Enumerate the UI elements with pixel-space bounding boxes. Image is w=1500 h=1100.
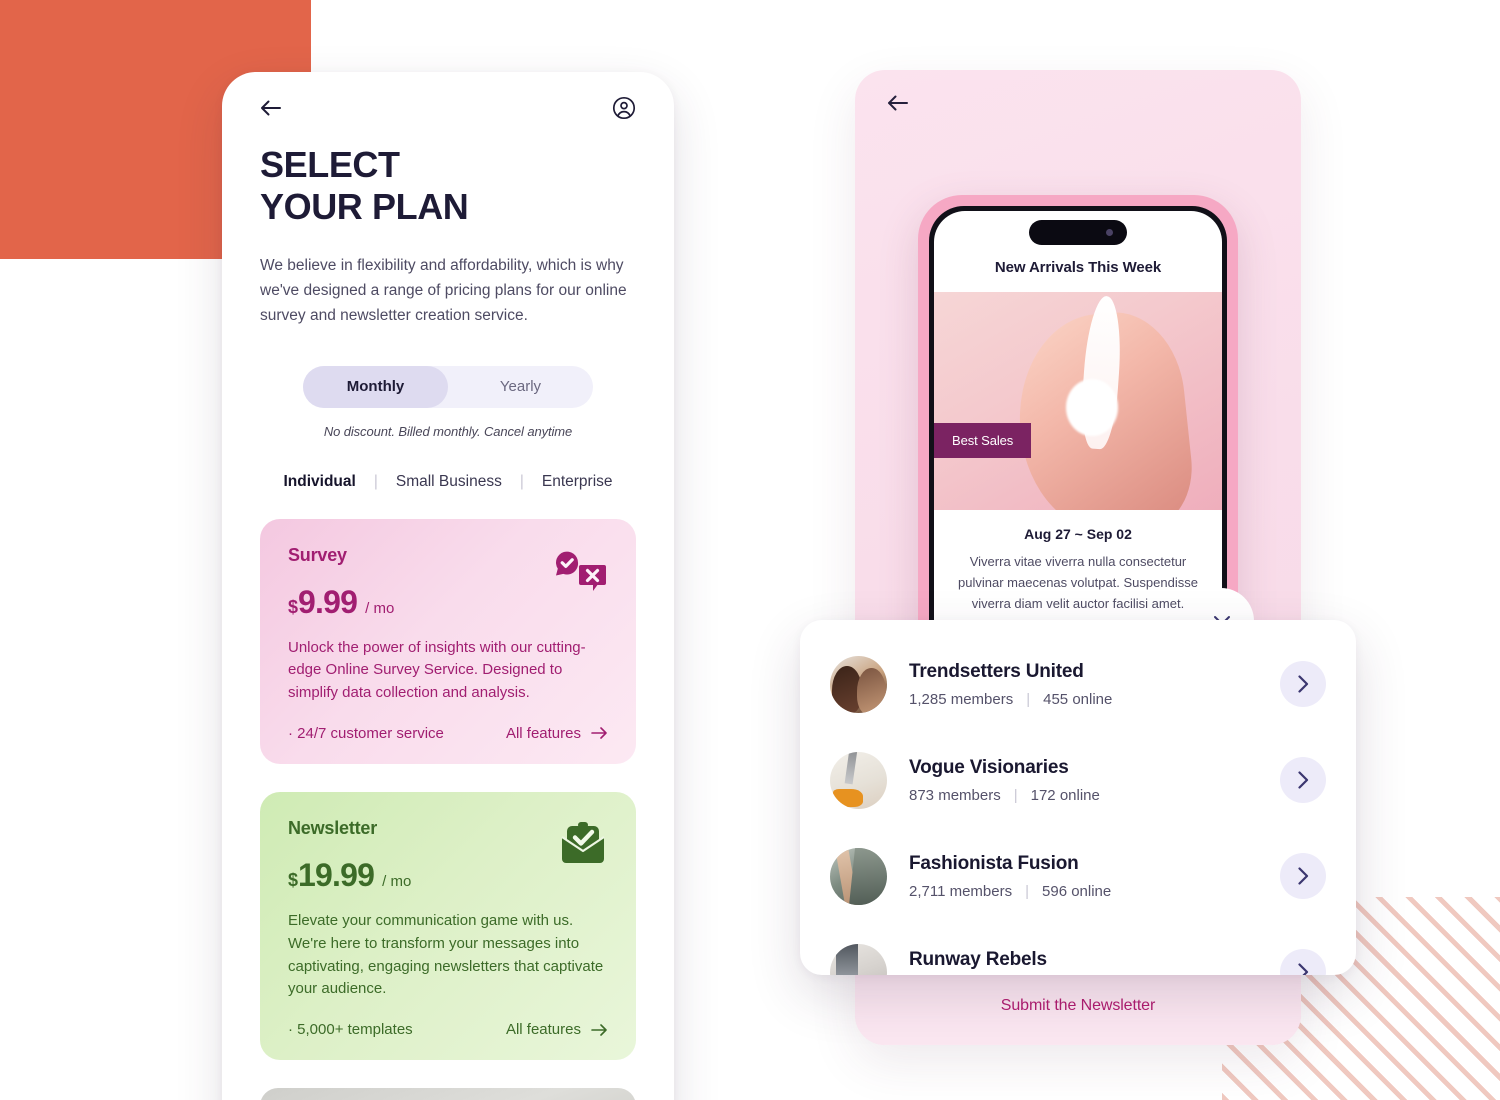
online-count: 455 online [1043, 690, 1113, 708]
user-circle-icon[interactable] [610, 94, 638, 122]
avatar [830, 943, 887, 975]
price-period: / mo [365, 599, 395, 617]
chevron-right-icon[interactable] [1280, 757, 1326, 803]
submit-newsletter-label: Submit the Newsletter [1000, 997, 1156, 1014]
list-item[interactable]: Trendsetters United 1,285 members | 455 … [830, 636, 1326, 732]
plan-description: Unlock the power of insights with our cu… [288, 638, 586, 702]
dynamic-island [1029, 220, 1127, 245]
community-name: Vogue Visionaries [909, 756, 1069, 778]
date-range: Aug 27 ~ Sep 02 [1024, 526, 1132, 542]
avatar [830, 655, 887, 713]
price-amount: 9.99 [298, 583, 358, 620]
arrow-right-icon [591, 1023, 607, 1036]
tier-separator-1: | [373, 472, 378, 490]
community-name: Fashionista Fusion [909, 852, 1079, 874]
tier-tab-individual[interactable]: Individual [281, 473, 357, 491]
envelope-check-icon [558, 818, 608, 873]
community-meta: 2,711 members | 596 online [909, 883, 1280, 900]
members-count: 1,285 members [909, 690, 1014, 708]
online-count: 172 online [1030, 786, 1100, 804]
back-arrow-icon[interactable] [885, 92, 911, 114]
community-meta: 1,285 members | 455 online [909, 691, 1280, 708]
community-meta: 873 members | 172 online [909, 787, 1280, 804]
page-title-line1: SELECT [260, 144, 400, 185]
billing-note: No discount. Billed monthly. Cancel anyt… [323, 423, 573, 439]
product-photo: Best Sales [934, 292, 1222, 510]
online-count: 596 online [1042, 882, 1112, 900]
all-features-label: All features [505, 724, 581, 742]
tier-tab-small-business[interactable]: Small Business [394, 473, 504, 491]
price-currency: $ [288, 869, 299, 890]
list-item[interactable]: Vogue Visionaries 873 members | 172 onli… [830, 732, 1326, 828]
page-title-line2: YOUR PLAN [260, 186, 469, 228]
plan-card-survey[interactable]: Survey $ 9.99 / mo Unlock the power of i… [260, 518, 636, 764]
chevron-right-icon[interactable] [1280, 853, 1326, 899]
plan-description: Elevate your communication game with us.… [288, 911, 604, 998]
list-item[interactable]: Runway Rebels 512 members | 99 online [830, 924, 1326, 975]
chevron-right-icon[interactable] [1280, 661, 1326, 707]
plans-top-bar [222, 72, 674, 130]
back-arrow-icon[interactable] [258, 97, 284, 119]
plan-footer: · 5,000+ templates All features [288, 1021, 608, 1038]
submit-newsletter-bar[interactable]: Submit the Newsletter [855, 967, 1301, 1045]
toggle-option-yearly[interactable]: Yearly [448, 366, 593, 408]
chevron-right-icon[interactable] [1280, 949, 1326, 975]
mockup-top-bar [855, 70, 1301, 117]
price-currency: $ [288, 596, 299, 617]
toggle-option-monthly[interactable]: Monthly [303, 365, 448, 408]
all-features-link-newsletter[interactable]: All features [506, 1021, 608, 1038]
promo-photo-card [260, 1088, 636, 1100]
community-list-sheet: Trendsetters United 1,285 members | 455 … [800, 620, 1356, 975]
plan-footer: · 24/7 customer service All features [288, 725, 608, 742]
tier-separator-2: | [519, 472, 524, 490]
all-features-link-survey[interactable]: All features [506, 725, 608, 742]
avatar [830, 751, 887, 809]
select-plan-card: SELECT YOUR PLAN We believe in flexibili… [222, 72, 674, 1100]
page-title: SELECT YOUR PLAN [260, 144, 636, 228]
tier-tab-enterprise[interactable]: Enterprise [540, 473, 615, 491]
members-count: 2,711 members [909, 882, 1013, 900]
plan-feature: · 5,000+ templates [288, 1021, 413, 1039]
avatar [830, 847, 887, 905]
list-item[interactable]: Fashionista Fusion 2,711 members | 596 o… [830, 828, 1326, 924]
billing-period-toggle[interactable]: Monthly Yearly [303, 365, 593, 408]
screenshot-stage: SELECT YOUR PLAN We believe in flexibili… [0, 0, 1500, 1100]
price-amount: 19.99 [298, 856, 375, 893]
community-name: Runway Rebels [909, 948, 1047, 970]
page-subtitle: We believe in flexibility and affordabil… [260, 257, 627, 325]
best-sales-badge: Best Sales [934, 423, 1032, 458]
members-count: 873 members [909, 786, 1001, 804]
plan-feature: · 24/7 customer service [288, 724, 444, 742]
arrow-right-icon [591, 727, 607, 740]
plan-card-newsletter[interactable]: Newsletter $ 19.99 / mo Elevate your com… [260, 791, 636, 1061]
price-period: / mo [382, 872, 412, 890]
meta-separator: | [1026, 690, 1031, 708]
screen-description: Viverra vitae viverra nulla consectetur … [958, 554, 1198, 611]
all-features-label: All features [505, 1021, 581, 1039]
chat-bubbles-check-x-icon [554, 545, 608, 602]
tier-tabs: Individual | Small Business | Enterprise [260, 473, 636, 491]
meta-separator: | [1013, 786, 1018, 804]
meta-separator: | [1025, 882, 1030, 900]
community-name: Trendsetters United [909, 660, 1084, 682]
